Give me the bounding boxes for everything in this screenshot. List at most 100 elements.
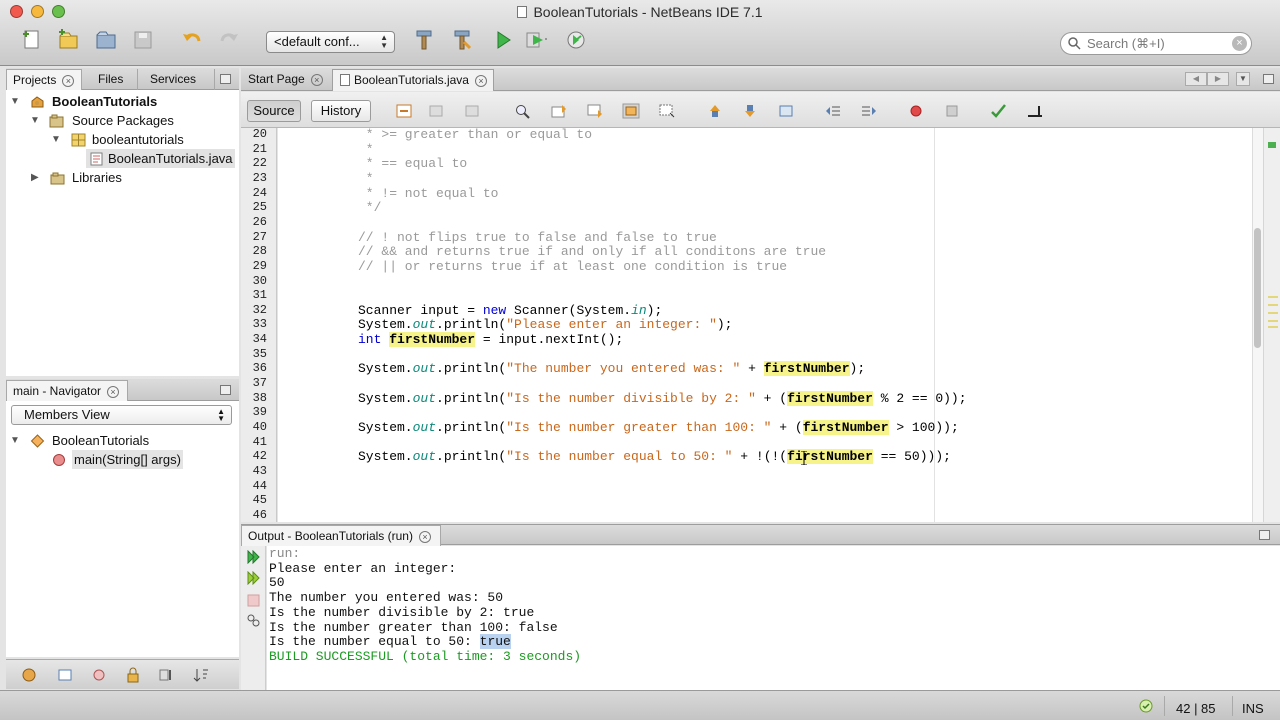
history-view-button[interactable]: History — [311, 100, 371, 122]
code-line[interactable]: System.out.println("Is the number equal … — [358, 449, 951, 465]
previous-bookmark-icon[interactable] — [706, 103, 724, 119]
occurrence-marker[interactable] — [1268, 312, 1278, 314]
new-project-icon[interactable] — [56, 28, 80, 52]
line-number[interactable]: 38 — [241, 391, 267, 405]
tab-files[interactable]: Files — [84, 69, 138, 90]
close-icon[interactable]: × — [418, 531, 431, 543]
code-line[interactable]: Scanner input = new Scanner(System.in); — [358, 303, 662, 318]
code-line[interactable]: System.out.println("The number you enter… — [358, 361, 865, 377]
expanded-arrow-icon[interactable]: ▼ — [51, 130, 61, 149]
code-line[interactable]: System.out.println("Is the number greate… — [358, 420, 959, 435]
stop-icon[interactable] — [246, 593, 261, 607]
line-number[interactable]: 30 — [241, 274, 267, 288]
occurrence-marker[interactable] — [1268, 320, 1278, 322]
notifications-icon[interactable] — [1139, 699, 1153, 713]
code-line[interactable]: * — [358, 171, 374, 186]
line-number[interactable]: 45 — [241, 493, 267, 507]
forward-icon[interactable] — [463, 103, 481, 119]
rerun-with-options-icon[interactable] — [246, 571, 261, 585]
code-line[interactable]: System.out.println("Is the number divisi… — [358, 390, 967, 406]
code-line[interactable]: * == equal to — [358, 156, 467, 171]
line-number[interactable]: 41 — [241, 435, 267, 449]
redo-icon[interactable] — [217, 28, 241, 52]
output-console[interactable]: run: Please enter an integer: 50 The number… — [267, 546, 1280, 690]
line-number[interactable]: 31 — [241, 288, 267, 302]
close-icon[interactable]: × — [107, 386, 120, 398]
tab-booleantutorials-java[interactable]: BooleanTutorials.java × — [332, 69, 494, 91]
find-previous-icon[interactable] — [550, 103, 568, 119]
error-stripe[interactable] — [1263, 128, 1280, 522]
line-number[interactable]: 40 — [241, 420, 267, 434]
next-bookmark-icon[interactable] — [741, 103, 759, 119]
line-number[interactable]: 20 — [241, 128, 267, 141]
maximize-editor-icon[interactable] — [1263, 74, 1274, 84]
rerun-icon[interactable] — [246, 550, 261, 564]
code-line[interactable]: */ — [358, 200, 382, 215]
code-line[interactable]: * != not equal to — [358, 186, 499, 201]
close-icon[interactable]: × — [310, 74, 323, 86]
tab-start-page[interactable]: Start Page × — [241, 69, 330, 91]
line-number[interactable]: 26 — [241, 215, 267, 229]
find-next-icon[interactable] — [586, 103, 604, 119]
code-line[interactable]: System.out.println("Please enter an inte… — [358, 317, 732, 332]
shift-right-icon[interactable] — [860, 103, 878, 119]
clean-build-icon[interactable] — [450, 28, 474, 52]
tree-node-java-file[interactable]: BooleanTutorials.java — [86, 149, 235, 168]
line-number[interactable]: 43 — [241, 464, 267, 478]
tab-projects[interactable]: Projects × — [6, 69, 82, 90]
ok-marker[interactable] — [1268, 142, 1276, 148]
run-icon[interactable] — [491, 28, 515, 52]
start-macro-recording-icon[interactable] — [907, 103, 925, 119]
new-file-icon[interactable] — [20, 28, 44, 52]
source-view-button[interactable]: Source — [247, 100, 301, 122]
line-number[interactable]: 46 — [241, 508, 267, 522]
configuration-select[interactable]: <default conf... ▲ ▼ — [266, 31, 395, 53]
open-project-icon[interactable] — [94, 28, 118, 52]
tab-navigator[interactable]: main - Navigator × — [6, 380, 128, 401]
line-number[interactable]: 34 — [241, 332, 267, 346]
code-line[interactable]: // || or returns true if at least one co… — [358, 259, 787, 274]
save-all-icon[interactable] — [131, 28, 155, 52]
minimize-panel-icon[interactable] — [1259, 530, 1270, 540]
back-icon[interactable] — [427, 103, 445, 119]
line-number[interactable]: 25 — [241, 200, 267, 214]
debug-icon[interactable] — [524, 28, 548, 52]
toggle-highlight-icon[interactable] — [622, 103, 640, 119]
filter-inherited-icon[interactable] — [158, 667, 176, 683]
filter-static-icon[interactable] — [56, 667, 74, 683]
profile-icon[interactable] — [564, 28, 588, 52]
toggle-rectangular-selection-icon[interactable] — [658, 103, 676, 119]
scroll-tabs-left-icon[interactable]: ◀ — [1185, 72, 1207, 86]
scroll-tabs-right-icon[interactable]: ▶ — [1207, 72, 1229, 86]
line-number[interactable]: 27 — [241, 230, 267, 244]
line-number[interactable]: 32 — [241, 303, 267, 317]
occurrence-marker[interactable] — [1268, 296, 1278, 298]
collapsed-arrow-icon[interactable]: ▶ — [31, 168, 39, 187]
occurrence-marker[interactable] — [1268, 304, 1278, 306]
search-input[interactable]: Search (⌘+I) × — [1060, 32, 1252, 55]
line-number[interactable]: 44 — [241, 479, 267, 493]
check-file-icon[interactable] — [989, 103, 1007, 119]
editor-scrollbar-thumb[interactable] — [1254, 228, 1261, 348]
shift-left-icon[interactable] — [824, 103, 842, 119]
tab-output[interactable]: Output - BooleanTutorials (run) × — [241, 525, 441, 546]
line-number[interactable]: 39 — [241, 405, 267, 419]
code-editor[interactable]: * >= greater than or equal to * * == equ… — [278, 128, 1252, 522]
expanded-arrow-icon[interactable]: ▼ — [30, 111, 40, 130]
line-number[interactable]: 37 — [241, 376, 267, 390]
code-line[interactable]: int firstNumber = input.nextInt(); — [358, 332, 623, 348]
toggle-bookmark-icon[interactable] — [777, 103, 795, 119]
close-icon[interactable]: × — [62, 75, 75, 87]
code-line[interactable]: * — [358, 142, 374, 157]
line-number[interactable]: 22 — [241, 156, 267, 170]
line-number[interactable]: 35 — [241, 347, 267, 361]
close-icon[interactable]: × — [474, 75, 487, 87]
expanded-arrow-icon[interactable]: ▼ — [10, 92, 20, 111]
clear-search-icon[interactable]: × — [1232, 36, 1247, 51]
line-number[interactable]: 21 — [241, 142, 267, 156]
members-view-select[interactable]: Members View ▲ ▼ — [11, 405, 232, 425]
filter-nonpublic-icon[interactable] — [90, 667, 108, 683]
line-number[interactable]: 33 — [241, 317, 267, 331]
code-line[interactable]: // ! not flips true to false and false t… — [358, 230, 717, 245]
show-opened-documents-icon[interactable]: ▼ — [1236, 72, 1250, 86]
